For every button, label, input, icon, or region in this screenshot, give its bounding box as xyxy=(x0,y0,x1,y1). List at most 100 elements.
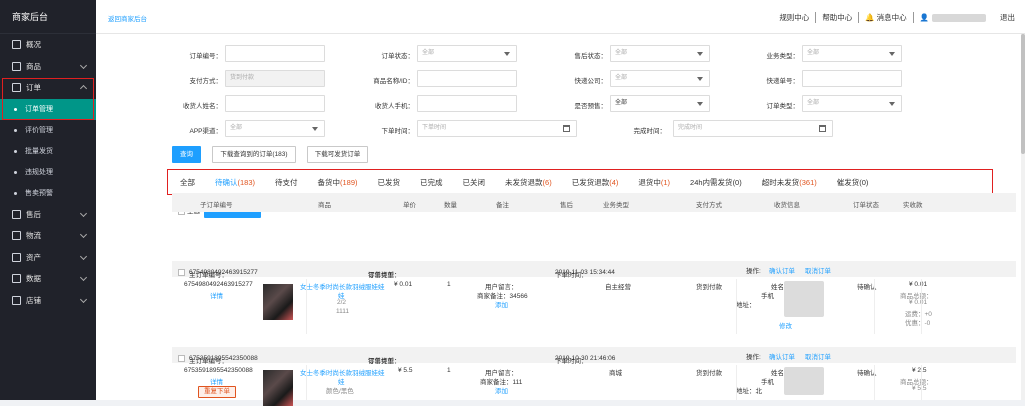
caret-down-icon xyxy=(504,52,510,56)
sidebar-item-sale-warning[interactable]: 售卖预警 xyxy=(0,183,96,204)
highlight-order-menu xyxy=(2,78,94,120)
add-note-link[interactable]: 添加 xyxy=(495,385,508,395)
return-icon xyxy=(12,209,21,219)
col-recv: 收货信息 xyxy=(774,202,800,209)
rules-center-link[interactable]: 规则中心 xyxy=(779,12,809,23)
sidebar-item-overview[interactable]: 概况 xyxy=(0,34,96,56)
tab-shipped[interactable]: 已发货 xyxy=(378,177,401,188)
quantity: 1 xyxy=(447,367,451,374)
order-no-input[interactable] xyxy=(225,45,325,62)
sidebar-item-assets[interactable]: 资产 xyxy=(0,247,96,269)
receiver-phone-input[interactable] xyxy=(417,95,517,112)
goods-thumbnail[interactable] xyxy=(263,284,293,320)
amount: ¥ 0.01 xyxy=(909,281,928,288)
checkbox[interactable] xyxy=(178,269,185,276)
presale-select[interactable]: 全部 xyxy=(610,95,710,112)
caret-down-icon xyxy=(889,102,895,106)
sidebar-item-logistics[interactable]: 物流 xyxy=(0,225,96,247)
chart-icon xyxy=(12,274,21,284)
tab-completed[interactable]: 已完成 xyxy=(420,177,443,188)
filter-row-2: 支付方式： 货到付款 商品名称/ID： 快递公司： 全部 快递单号： xyxy=(96,70,1021,88)
goods-spec-2: 1111 xyxy=(336,308,350,315)
scrollbar[interactable] xyxy=(1021,34,1025,400)
cancel-order-link[interactable]: 取消订单 xyxy=(805,265,831,275)
user-icon[interactable]: 👤 xyxy=(920,13,929,22)
scrollbar-thumb[interactable] xyxy=(1021,34,1025,154)
tab-refund-shipped[interactable]: 已发货退款(4) xyxy=(572,177,619,188)
receiver-name-label: 收货人姓名： xyxy=(183,103,222,110)
col-note: 备注 xyxy=(496,202,509,209)
back-link[interactable]: 返回商家后台 xyxy=(108,13,147,23)
tab-closed[interactable]: 已关闭 xyxy=(463,177,486,188)
confirm-order-link[interactable]: 确认订单 xyxy=(769,351,795,361)
order-status-select[interactable]: 全部 xyxy=(417,45,517,62)
caret-down-icon xyxy=(889,52,895,56)
finish-time-picker[interactable]: 完成时间 xyxy=(673,120,833,137)
add-note-link[interactable]: 添加 xyxy=(495,299,508,309)
divider xyxy=(306,365,307,400)
repeat-order-badge[interactable]: 重复下单 xyxy=(198,386,236,398)
divider xyxy=(736,365,737,400)
pay-method: 货到付款 xyxy=(696,284,722,291)
goods-total: ¥ 5.5 xyxy=(912,385,927,392)
col-amount: 实收款 xyxy=(903,202,923,209)
express-no-input[interactable] xyxy=(802,70,902,87)
sidebar-item-store[interactable]: 店铺 xyxy=(0,290,96,312)
sidebar-item-violation[interactable]: 违规处理 xyxy=(0,162,96,183)
bag-icon xyxy=(12,61,21,71)
tab-pending-confirm[interactable]: 待确认(183) xyxy=(215,177,255,188)
detail-link[interactable]: 详情 xyxy=(210,376,223,386)
col-status: 订单状态 xyxy=(853,202,879,209)
sidebar-item-review-manage[interactable]: 评价管理 xyxy=(0,120,96,141)
order-time-picker[interactable]: 下单时间 xyxy=(417,120,577,137)
recv-address: 地址：北 xyxy=(736,388,762,395)
goods-thumbnail[interactable] xyxy=(263,370,293,406)
biz-type-select[interactable]: 全部 xyxy=(802,45,902,62)
receiver-name-input[interactable] xyxy=(225,95,325,112)
tab-urge-ship[interactable]: 催发货(0) xyxy=(837,177,869,188)
divider xyxy=(874,365,875,400)
aftersale-status-select[interactable]: 全部 xyxy=(610,45,710,62)
tab-pending-pay[interactable]: 待支付 xyxy=(275,177,298,188)
express-company-select[interactable]: 全部 xyxy=(610,70,710,87)
message-center-link[interactable]: 消息中心 xyxy=(877,12,907,23)
logout-link[interactable]: 退出 xyxy=(1000,12,1015,23)
tab-returning[interactable]: 退货中(1) xyxy=(638,177,670,188)
bell-icon[interactable]: 🔔 xyxy=(865,13,874,22)
recv-address: 地址： xyxy=(736,302,756,309)
detail-link[interactable]: 详情 xyxy=(210,290,223,300)
sidebar-item-aftersale[interactable]: 售后 xyxy=(0,204,96,226)
truck-icon xyxy=(12,231,21,241)
sidebar-item-goods[interactable]: 商品 xyxy=(0,56,96,78)
download-shippable-button[interactable]: 下载可发货订单 xyxy=(307,146,368,163)
amount: ¥ 2.5 xyxy=(912,367,927,374)
sidebar-item-batch-ship[interactable]: 批量发货 xyxy=(0,141,96,162)
col-sub-order-no: 子订单编号 xyxy=(200,202,233,209)
dot-icon xyxy=(14,149,17,153)
edit-address-link[interactable]: 修改 xyxy=(779,320,792,330)
app-channel-select[interactable]: 全部 xyxy=(225,120,325,137)
tab-overdue[interactable]: 超时未发货(361) xyxy=(762,177,817,188)
goods-name-input[interactable] xyxy=(417,70,517,87)
tab-ship-24h[interactable]: 24h内需发货(0) xyxy=(690,177,742,188)
recv-phone: 手机 xyxy=(761,379,774,386)
presale-label: 是否预售： xyxy=(574,103,608,110)
download-found-button[interactable]: 下载查询到的订单(183) xyxy=(212,146,296,163)
tab-refund-unshipped[interactable]: 未发货退款(6) xyxy=(505,177,552,188)
order-no-label: 订单编号： xyxy=(189,53,223,60)
search-button[interactable]: 查询 xyxy=(172,146,201,163)
goods-name-label: 商品名称/ID： xyxy=(373,78,414,85)
tab-all[interactable]: 全部 xyxy=(180,177,195,188)
order-type-select[interactable]: 全部 xyxy=(802,95,902,112)
checkbox[interactable] xyxy=(178,355,185,362)
dot-icon xyxy=(14,128,17,132)
order-status-label: 订单状态： xyxy=(381,53,415,60)
tab-stocking[interactable]: 备货中(189) xyxy=(318,177,358,188)
username-redacted xyxy=(932,13,986,22)
sidebar-item-data[interactable]: 数据 xyxy=(0,268,96,290)
pay-method: 货到付款 xyxy=(696,370,722,377)
cancel-order-link[interactable]: 取消订单 xyxy=(805,351,831,361)
help-center-link[interactable]: 帮助中心 xyxy=(822,12,852,23)
confirm-order-link[interactable]: 确认订单 xyxy=(769,265,795,275)
calendar-icon xyxy=(563,125,570,132)
